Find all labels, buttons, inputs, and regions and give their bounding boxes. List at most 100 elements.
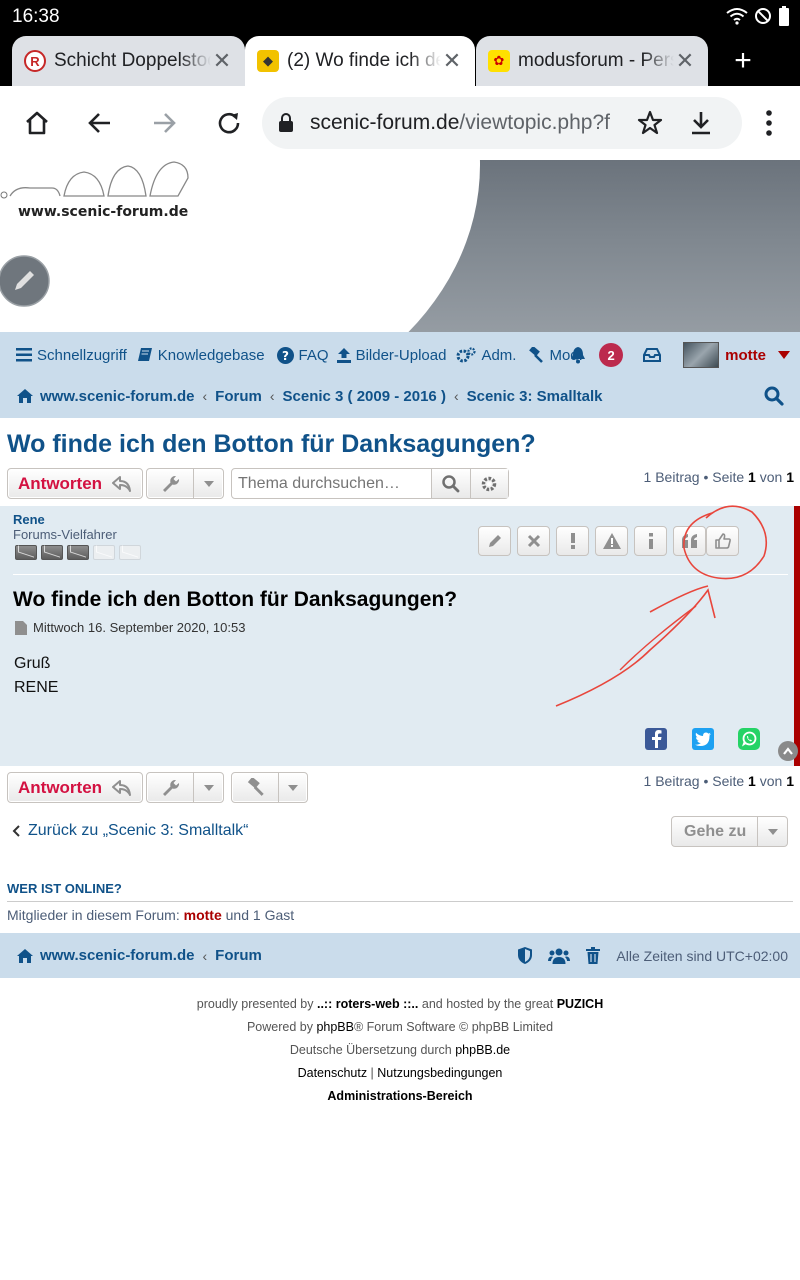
topic-search-input[interactable] xyxy=(232,469,431,498)
admin-panel-footer-link[interactable]: Administrations-Bereich xyxy=(327,1089,472,1103)
back-to-forum-link[interactable]: Zurück zu „Scenic 3: Smalltalk“ xyxy=(12,822,249,840)
exclamation-icon xyxy=(570,533,575,549)
admin-panel-link[interactable]: Adm. xyxy=(456,347,516,364)
breadcrumb-separator: ‹ xyxy=(202,388,208,404)
rank-envelope-icon xyxy=(67,545,89,560)
browser-toolbar: scenic-forum.de/viewtopic.php?f xyxy=(0,86,800,160)
user-area: 2 motte xyxy=(569,342,790,368)
menu-kebab-icon[interactable] xyxy=(752,106,786,140)
puzich-link[interactable]: PUZICH xyxy=(557,997,604,1011)
back-to-top-icon[interactable] xyxy=(778,741,798,761)
close-tab-icon[interactable]: ✕ xyxy=(441,48,463,74)
rank-envelopes xyxy=(15,545,141,560)
footer-breadcrumb-home[interactable]: www.scenic-forum.de xyxy=(16,947,194,964)
phpbb-link[interactable]: phpBB xyxy=(316,1020,354,1034)
knowledgebase-link[interactable]: Knowledgebase xyxy=(137,347,265,364)
users-group-icon[interactable] xyxy=(548,947,571,964)
wrench-icon xyxy=(163,779,180,796)
reload-icon[interactable] xyxy=(212,106,246,140)
forum-navbar: Schnellzugriff Knowledgebase ? FAQ Bilde… xyxy=(0,332,800,418)
whatsapp-share-icon[interactable] xyxy=(738,728,760,750)
breadcrumb-smalltalk[interactable]: Scenic 3: Smalltalk xyxy=(467,388,603,405)
forum-header-banner: www.scenic-forum.de xyxy=(0,160,800,332)
terms-link[interactable]: Nutzungsbedingungen xyxy=(377,1066,502,1080)
download-icon[interactable] xyxy=(688,109,714,137)
close-tab-icon[interactable]: ✕ xyxy=(211,48,233,74)
browser-tab-1[interactable]: R Schicht Doppelstock ✕ xyxy=(12,36,245,86)
edit-post-button[interactable] xyxy=(478,526,511,556)
phpbb-de-link[interactable]: phpBB.de xyxy=(455,1043,510,1057)
topic-tools-button-bottom[interactable] xyxy=(146,772,224,803)
current-username[interactable]: motte xyxy=(725,347,766,364)
thanks-button[interactable] xyxy=(706,526,739,556)
post-subject[interactable]: Wo finde ich den Botton für Danksagungen… xyxy=(13,588,457,612)
timezone-info: Alle Zeiten sind UTC+02:00 xyxy=(616,947,788,964)
bell-notification-icon[interactable] xyxy=(569,346,587,364)
chevron-left-icon xyxy=(12,825,20,837)
post-author[interactable]: Rene xyxy=(13,512,45,527)
browser-tab-2[interactable]: ◆ (2) Wo finde ich den ✕ xyxy=(245,36,475,86)
system-icons xyxy=(726,6,790,26)
twitter-share-icon[interactable] xyxy=(692,728,714,750)
reply-arrow-icon xyxy=(112,475,132,492)
image-upload-link[interactable]: Bilder-Upload xyxy=(336,347,446,364)
footer-navbar: www.scenic-forum.de ‹ Forum Alle Zeiten … xyxy=(0,933,800,978)
avatar[interactable] xyxy=(683,342,720,368)
delete-post-button[interactable] xyxy=(517,526,550,556)
reply-button-bottom[interactable]: Antworten xyxy=(7,772,144,803)
renault-favicon-icon: ◆ xyxy=(257,50,279,72)
info-icon xyxy=(648,533,653,549)
faq-link[interactable]: ? FAQ xyxy=(276,346,329,364)
do-not-disturb-icon xyxy=(755,8,771,24)
notification-count-badge[interactable]: 2 xyxy=(599,343,624,367)
caret-down-icon[interactable] xyxy=(778,351,790,359)
new-tab-plus-icon[interactable]: + xyxy=(728,46,758,76)
jump-to-dropdown[interactable]: Gehe zu xyxy=(671,816,788,847)
quick-access-link[interactable]: Schnellzugriff xyxy=(16,347,127,364)
book-icon xyxy=(137,348,152,361)
advanced-search-button[interactable] xyxy=(469,469,508,498)
privacy-link[interactable]: Datenschutz xyxy=(298,1066,367,1080)
warn-user-button[interactable] xyxy=(595,526,628,556)
edit-pencil-fab-icon[interactable] xyxy=(0,255,52,307)
close-tab-icon[interactable]: ✕ xyxy=(674,48,696,74)
browser-tab-3[interactable]: ✿ modusforum - Pers ✕ xyxy=(476,36,708,86)
modusforum-favicon-icon: ✿ xyxy=(488,50,510,72)
breadcrumb-forum[interactable]: Forum xyxy=(215,388,262,405)
moderator-tools-button[interactable] xyxy=(231,772,308,803)
quote-post-button[interactable] xyxy=(673,526,706,556)
breadcrumb-home[interactable]: www.scenic-forum.de xyxy=(16,388,194,405)
roters-web-link[interactable]: ..:: roters-web ::.. xyxy=(317,997,418,1011)
author-rank: Forums-Vielfahrer xyxy=(13,527,117,542)
forward-arrow-icon[interactable] xyxy=(147,106,181,140)
report-post-button[interactable] xyxy=(556,526,589,556)
post-info-button[interactable] xyxy=(634,526,667,556)
reply-arrow-icon xyxy=(112,779,132,796)
copyright-area: proudly presented by ..:: roters-web ::.… xyxy=(0,993,800,1108)
facebook-share-icon[interactable] xyxy=(645,728,667,750)
address-bar[interactable]: scenic-forum.de/viewtopic.php?f xyxy=(262,97,742,149)
star-bookmark-icon[interactable] xyxy=(636,109,664,137)
home-icon[interactable] xyxy=(20,106,54,140)
close-icon xyxy=(527,534,540,548)
inbox-icon[interactable] xyxy=(643,347,662,363)
footer-breadcrumb-forum[interactable]: Forum xyxy=(215,947,262,964)
post-meta: Mittwoch 16. September 2020, 10:53 xyxy=(15,620,245,635)
topic-title[interactable]: Wo finde ich den Botton für Danksagungen… xyxy=(7,430,536,459)
tab-title: modusforum - Pers xyxy=(518,50,674,71)
back-arrow-icon[interactable] xyxy=(83,106,117,140)
search-button[interactable] xyxy=(431,469,470,498)
powered-by-line: Powered by phpBB® Forum Software © phpBB… xyxy=(246,1020,554,1034)
online-username[interactable]: motte xyxy=(184,907,222,923)
quote-icon xyxy=(681,534,697,548)
topic-tools-button[interactable] xyxy=(146,468,224,499)
search-icon[interactable] xyxy=(764,386,784,406)
online-divider xyxy=(7,901,793,902)
trash-icon[interactable] xyxy=(586,947,601,964)
breadcrumb-scenic3[interactable]: Scenic 3 ( 2009 - 2016 ) xyxy=(283,388,446,405)
gear-icon xyxy=(482,476,497,491)
shield-icon[interactable] xyxy=(518,947,533,964)
thumbs-up-icon xyxy=(714,533,731,549)
who-is-online-heading[interactable]: WER IST ONLINE? xyxy=(7,881,122,896)
reply-button[interactable]: Antworten xyxy=(7,468,144,499)
